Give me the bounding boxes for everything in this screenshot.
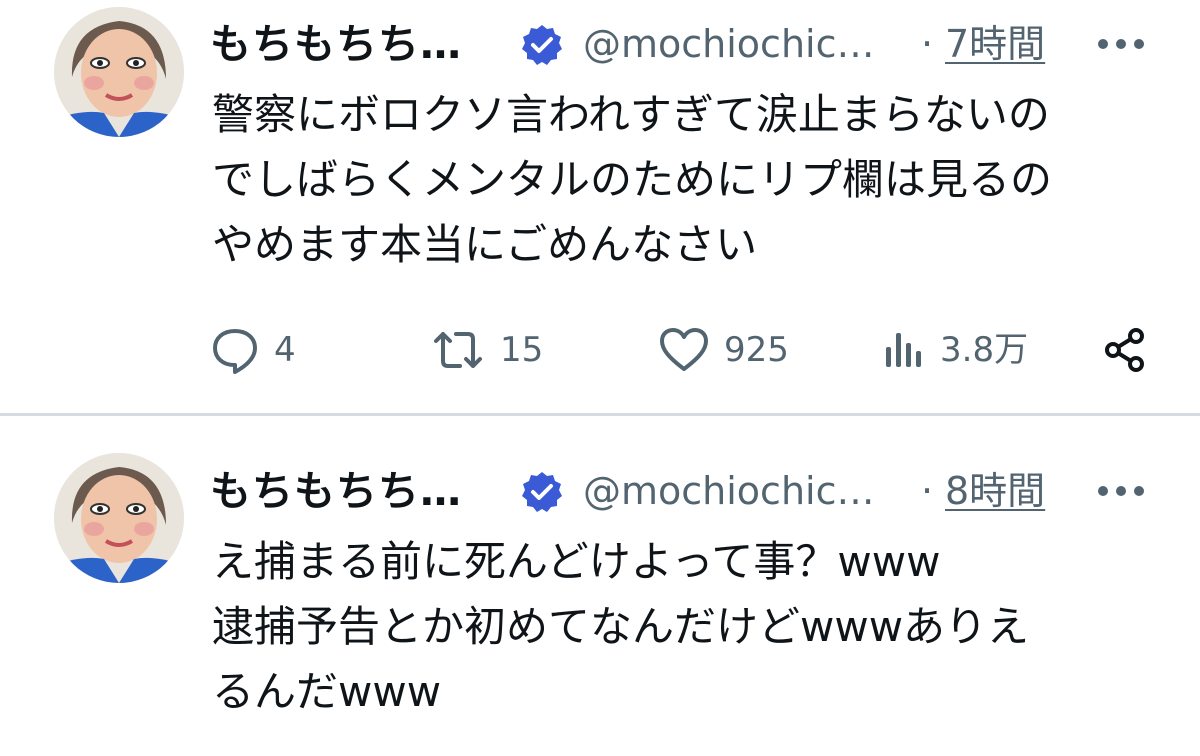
tweet-text-line: やめます本当にごめんなさい [212, 220, 758, 269]
tweet-text: え捕まる前に死んどけよって事？www 逮捕予告とか初めてなんだけどwwwありえ … [212, 529, 1172, 724]
reply-icon [213, 329, 257, 374]
tweet-text-line: でしばらくメンタルのためにリプ欄は見るの [212, 155, 1053, 204]
verified-badge-icon[interactable] [520, 470, 564, 514]
like-button[interactable]: 925 [658, 320, 789, 380]
separator-dot: · [921, 22, 934, 66]
repost-icon [434, 332, 482, 368]
tweet-text: 警察にボロクソ言われすぎて涙止まらないの でしばらくメンタルのためにリプ欄は見る… [212, 82, 1172, 277]
tweet-text-line: るんだwww [212, 667, 442, 716]
more-options-icon[interactable] [1098, 39, 1144, 51]
tweet[interactable]: もちもちち… @mochiochic… · 8時間 え捕まる前に死んどけよって事… [0, 416, 1200, 756]
repost-count: 15 [500, 330, 544, 370]
tweet[interactable]: もちもちち… @mochiochic… · 7時間 警察にボロクソ言われすぎて涙… [0, 0, 1200, 414]
share-icon [1105, 328, 1144, 372]
share-button[interactable] [1100, 320, 1150, 380]
reply-button[interactable]: 4 [210, 320, 296, 380]
tweet-text-line: え捕まる前に死んどけよって事？www [212, 537, 941, 586]
separator-dot: · [921, 469, 934, 513]
analytics-icon [886, 333, 921, 367]
avatar[interactable] [54, 453, 184, 583]
avatar[interactable] [54, 7, 184, 137]
author-handle[interactable]: @mochiochic… [583, 14, 874, 74]
tweet-actions: 4 15 925 3.8万 [210, 320, 1160, 380]
timestamp-link[interactable]: 8時間 [945, 461, 1045, 521]
repost-button[interactable]: 15 [430, 320, 543, 380]
author-name[interactable]: もちもちち… [210, 461, 462, 521]
views-count: 3.8万 [940, 330, 1029, 370]
views-button[interactable]: 3.8万 [882, 320, 1028, 380]
timestamp-link[interactable]: 7時間 [945, 14, 1045, 74]
reply-count: 4 [274, 330, 296, 370]
more-options-icon[interactable] [1098, 486, 1144, 498]
tweet-text-line: 逮捕予告とか初めてなんだけどwwwありえ [212, 602, 1030, 651]
tweet-text-line: 警察にボロクソ言われすぎて涙止まらないの [212, 90, 1050, 139]
like-count: 925 [724, 330, 789, 370]
verified-badge-icon[interactable] [520, 23, 564, 67]
heart-icon [660, 328, 708, 371]
author-handle[interactable]: @mochiochic… [583, 461, 874, 521]
author-name[interactable]: もちもちち… [210, 14, 462, 74]
tweet-header: もちもちち… @mochiochic… · 8時間 [210, 461, 1170, 521]
tweet-header: もちもちち… @mochiochic… · 7時間 [210, 14, 1170, 74]
